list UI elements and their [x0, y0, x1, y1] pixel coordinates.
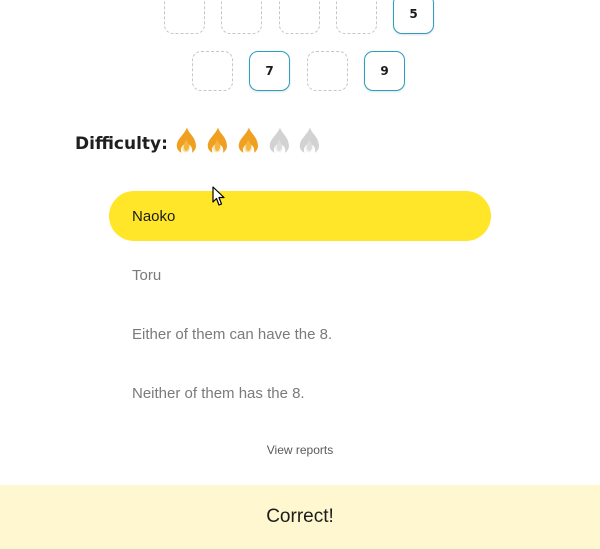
card-slot[interactable] [279, 0, 320, 34]
view-reports-link[interactable]: View reports [0, 443, 600, 457]
number-card[interactable]: 7 [249, 51, 290, 91]
flame-icon [172, 126, 200, 157]
card-slot[interactable] [164, 0, 205, 34]
flame-icon [203, 126, 231, 157]
result-text: Correct! [266, 506, 334, 527]
answer-option-neither[interactable]: Neither of them has the 8. [109, 368, 491, 418]
number-card[interactable]: 5 [393, 0, 434, 34]
result-banner: Correct! [0, 485, 600, 549]
number-card[interactable]: 9 [364, 51, 405, 91]
answer-option-naoko[interactable]: Naoko [109, 191, 491, 241]
flame-icon [295, 126, 323, 157]
mouse-cursor-icon [212, 186, 226, 211]
answer-option-toru[interactable]: Toru [109, 250, 491, 300]
card-slot[interactable] [336, 0, 377, 34]
answer-option-either[interactable]: Either of them can have the 8. [109, 309, 491, 359]
flame-icon [265, 126, 293, 157]
card-slot[interactable] [221, 0, 262, 34]
card-slot[interactable] [192, 51, 233, 91]
flame-icon [234, 126, 262, 157]
card-slot[interactable] [307, 51, 348, 91]
difficulty-label: Difficulty: [75, 134, 168, 154]
